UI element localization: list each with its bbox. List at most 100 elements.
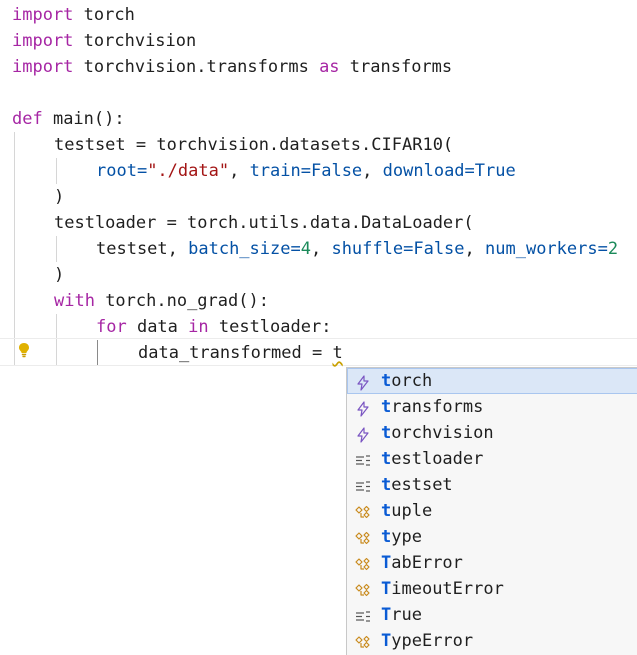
module-icon [355, 399, 371, 417]
autocomplete-widget[interactable]: torch transforms torchvision testloader test… [346, 367, 637, 655]
suggestion-rest: rue [391, 605, 422, 625]
code-text: , [362, 161, 383, 181]
code-text: , [229, 161, 250, 181]
match-highlight: t [381, 501, 392, 521]
match-highlight: t [381, 527, 392, 547]
suggestion-label: torch [381, 368, 432, 394]
code-line-10[interactable]: testset, batch_size=4, shuffle=False, nu… [96, 236, 618, 262]
suggestion-rest: uple [391, 501, 433, 521]
keyword: with [54, 291, 95, 311]
code-text: , [464, 239, 486, 259]
keyword: import [12, 31, 74, 51]
code-text: torch [73, 5, 135, 25]
code-text: data_transformed = [138, 343, 333, 363]
match-highlight: t [381, 371, 392, 391]
code-text: torchvision.transforms [73, 57, 320, 77]
keyword: in [188, 317, 209, 337]
code-text: transforms [339, 57, 453, 77]
suggestion-item[interactable]: TimeoutError [347, 576, 637, 602]
suggestion-rest: orch [391, 371, 433, 391]
lightbulb-icon[interactable] [18, 342, 30, 358]
code-line-7[interactable]: root="./data", train=False, download=Tru… [96, 158, 516, 184]
module-icon [355, 373, 371, 391]
suggestion-item[interactable]: True [347, 602, 637, 628]
suggestion-item[interactable]: type [347, 524, 637, 550]
string-literal: "./data" [147, 161, 230, 181]
class-icon [355, 555, 371, 571]
keyword: as [319, 57, 340, 77]
match-highlight: t [381, 449, 392, 469]
boolean-literal: False [413, 239, 465, 259]
suggestion-rest: imeoutError [391, 579, 504, 599]
code-line-12[interactable]: with torch.no_grad(): [54, 288, 269, 314]
code-editor[interactable]: import torch import torchvision import t… [0, 0, 637, 655]
code-line-11[interactable]: ) [54, 262, 64, 288]
variable-icon [355, 477, 371, 493]
code-line-2[interactable]: import torchvision [12, 28, 196, 54]
match-highlight: t [381, 423, 392, 443]
number-literal: 4 [300, 239, 311, 259]
match-highlight: T [381, 631, 392, 651]
suggestion-rest: ype [391, 527, 422, 547]
code-text: testloader = torch.utils.data.DataLoader… [54, 213, 474, 233]
code-text: data [126, 317, 189, 337]
code-text: testset = torchvision.datasets.CIFAR10( [54, 135, 454, 155]
match-highlight: T [381, 579, 392, 599]
code-line-9[interactable]: testloader = torch.utils.data.DataLoader… [54, 210, 474, 236]
suggestion-item[interactable]: torch [347, 368, 637, 394]
suggestion-label: transforms [381, 394, 483, 420]
variable-icon [355, 451, 371, 467]
keyword: def [12, 109, 43, 129]
indent-guide [56, 236, 57, 262]
param-name: shuffle= [331, 239, 414, 259]
code-line-1[interactable]: import torch [12, 2, 135, 28]
class-icon [355, 581, 371, 597]
match-highlight: t [381, 475, 392, 495]
typed-text: t [332, 343, 343, 363]
param-name: num_workers= [485, 239, 608, 259]
code-text: ) [54, 187, 65, 207]
suggestion-label: TimeoutError [381, 576, 504, 602]
param-name: root= [96, 161, 148, 181]
code-text: torchvision [73, 31, 197, 51]
code-line-8[interactable]: ) [54, 184, 64, 210]
suggestion-rest: estset [391, 475, 453, 495]
suggestion-item[interactable]: TabError [347, 550, 637, 576]
suggestion-label: TabError [381, 550, 463, 576]
suggestion-rest: estloader [391, 449, 484, 469]
code-line-3[interactable]: import torchvision.transforms as transfo… [12, 54, 452, 80]
indent-guide [56, 158, 57, 184]
suggestion-rest: ypeError [391, 631, 474, 651]
suggestion-rest: orchvision [391, 423, 494, 443]
suggestion-item[interactable]: transforms [347, 394, 637, 420]
number-literal: 2 [607, 239, 619, 259]
class-icon [355, 503, 371, 519]
suggestion-label: testloader [381, 446, 483, 472]
suggestion-item[interactable]: tuple [347, 498, 637, 524]
code-line-14[interactable]: data_transformed = t [138, 340, 343, 366]
suggestion-rest: abError [391, 553, 463, 573]
suggestion-label: type [381, 524, 422, 550]
match-highlight: t [381, 397, 392, 417]
suggestion-item[interactable]: torchvision [347, 420, 637, 446]
code-line-13[interactable]: for data in testloader: [96, 314, 331, 340]
code-text: testset, [96, 239, 189, 259]
suggestion-label: tuple [381, 498, 432, 524]
code-line-5[interactable]: def main(): [12, 106, 125, 132]
indent-guide [14, 132, 15, 366]
param-name: batch_size= [188, 239, 301, 259]
suggestion-item[interactable]: testset [347, 472, 637, 498]
suggestion-rest: ransforms [391, 397, 484, 417]
boolean-literal: False [310, 161, 363, 181]
match-highlight: T [381, 553, 392, 573]
module-icon [355, 425, 371, 443]
code-text: , [310, 239, 332, 259]
keyword: import [12, 5, 74, 25]
code-text: main(): [42, 109, 125, 129]
suggestion-item[interactable]: testloader [347, 446, 637, 472]
param-name: download= [382, 161, 475, 181]
keyword: import [12, 57, 74, 77]
suggestion-label: True [381, 602, 422, 628]
code-line-6[interactable]: testset = torchvision.datasets.CIFAR10( [54, 132, 453, 158]
suggestion-item[interactable]: TypeError [347, 628, 637, 654]
